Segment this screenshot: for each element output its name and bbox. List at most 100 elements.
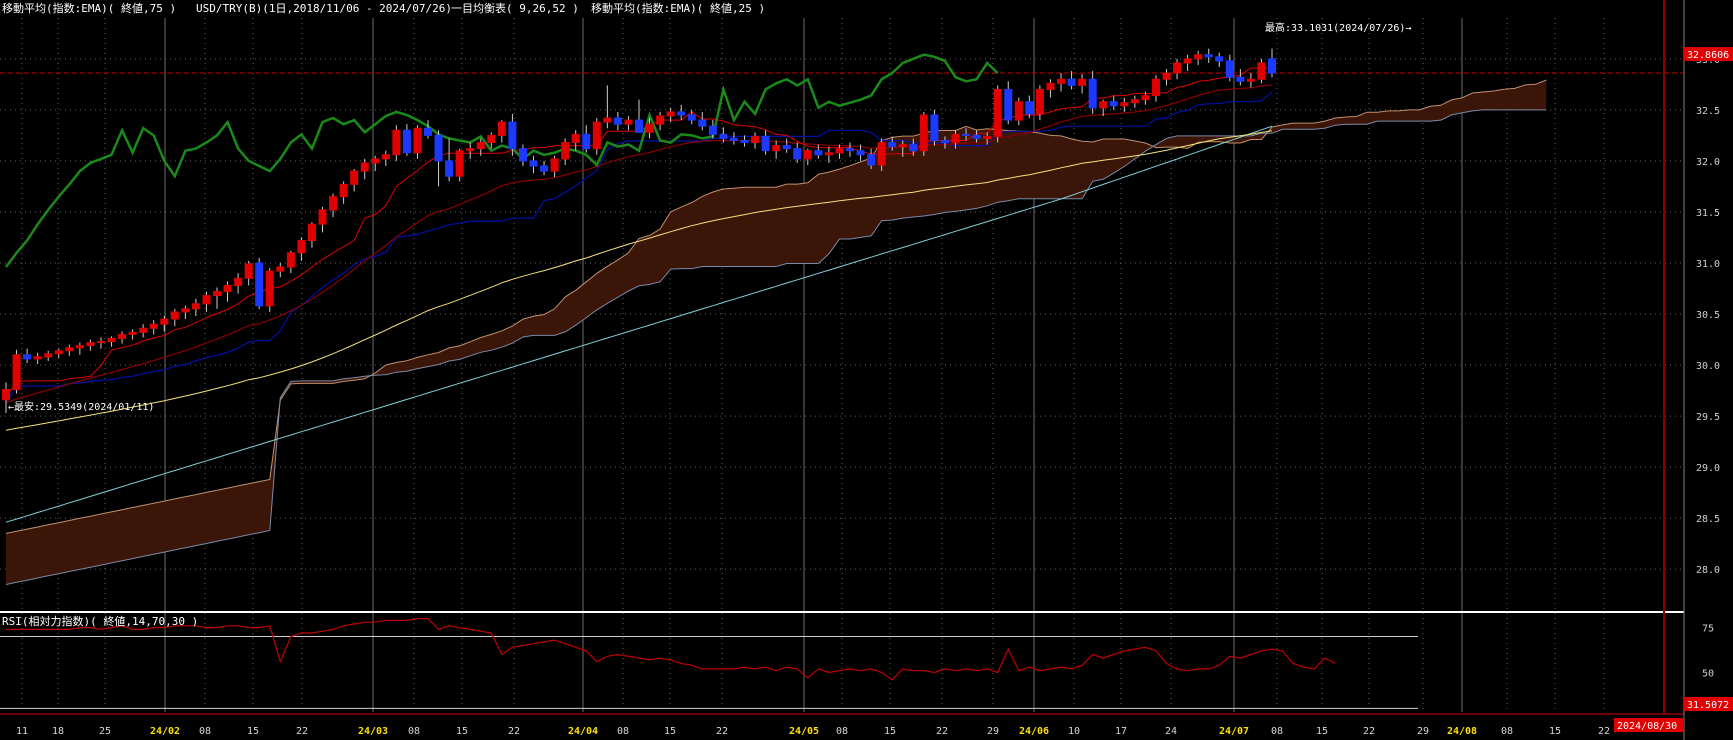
candle-body[interactable]: [1183, 58, 1192, 64]
candle-body[interactable]: [107, 337, 116, 343]
candle-body[interactable]: [656, 115, 665, 125]
candle-body[interactable]: [1194, 54, 1203, 60]
candle-body[interactable]: [1141, 95, 1150, 101]
candle-body[interactable]: [1067, 78, 1076, 86]
candle-body[interactable]: [1173, 62, 1182, 74]
candle-body[interactable]: [624, 119, 633, 125]
candle-body[interactable]: [1246, 78, 1255, 82]
candle-body[interactable]: [592, 121, 601, 150]
candle-body[interactable]: [1004, 88, 1013, 121]
candle-body[interactable]: [54, 350, 63, 355]
candle-body[interactable]: [445, 160, 454, 177]
candle-body[interactable]: [118, 333, 127, 339]
candle-body[interactable]: [1099, 101, 1108, 109]
candle-body[interactable]: [909, 144, 918, 152]
candle-body[interactable]: [23, 354, 32, 360]
candle-body[interactable]: [846, 148, 854, 152]
candle-body[interactable]: [1204, 54, 1213, 58]
candle-body[interactable]: [466, 148, 475, 152]
candle-body[interactable]: [772, 145, 781, 152]
candle-body[interactable]: [497, 121, 506, 136]
price-chart[interactable]: 7550 33.032.532.031.531.030.530.029.529.…: [0, 0, 1733, 740]
candle-body[interactable]: [687, 114, 696, 121]
candle-body[interactable]: [877, 142, 886, 166]
candle-body[interactable]: [255, 262, 264, 307]
candle-body[interactable]: [1088, 78, 1097, 109]
candle-body[interactable]: [729, 137, 738, 141]
candle-body[interactable]: [803, 150, 812, 160]
candle-body[interactable]: [339, 183, 348, 198]
candle-body[interactable]: [793, 148, 802, 160]
candle-body[interactable]: [65, 347, 74, 352]
candle-body[interactable]: [96, 341, 105, 344]
candle-body[interactable]: [508, 121, 517, 150]
candle-body[interactable]: [223, 284, 232, 293]
candle-body[interactable]: [983, 135, 992, 139]
candle-body[interactable]: [1236, 76, 1245, 82]
candle-body[interactable]: [761, 135, 770, 152]
candle-body[interactable]: [128, 331, 137, 335]
candle-body[interactable]: [160, 318, 169, 325]
candle-body[interactable]: [824, 152, 833, 156]
candle-body[interactable]: [1109, 101, 1118, 107]
candle-body[interactable]: [213, 291, 221, 297]
candle-body[interactable]: [286, 252, 295, 268]
candle-body[interactable]: [561, 142, 570, 160]
candle-body[interactable]: [402, 129, 411, 154]
candle-body[interactable]: [329, 196, 338, 211]
candle-body[interactable]: [1046, 82, 1055, 90]
candle-body[interactable]: [782, 145, 791, 150]
candle-body[interactable]: [698, 119, 707, 127]
candle-body[interactable]: [898, 144, 907, 148]
candle-body[interactable]: [951, 133, 960, 144]
candle-body[interactable]: [75, 345, 84, 349]
candle-body[interactable]: [1225, 60, 1234, 78]
candle-body[interactable]: [930, 114, 939, 141]
candle-body[interactable]: [1057, 78, 1065, 84]
candle-body[interactable]: [1078, 78, 1087, 86]
candle-body[interactable]: [1025, 101, 1034, 115]
candle-body[interactable]: [708, 125, 717, 135]
candle-body[interactable]: [1014, 101, 1023, 121]
candle-body[interactable]: [518, 148, 527, 162]
candle-body[interactable]: [1162, 72, 1171, 80]
candle-body[interactable]: [1215, 56, 1224, 62]
candle-body[interactable]: [12, 354, 21, 391]
candle-body[interactable]: [381, 154, 390, 160]
candle-body[interactable]: [487, 134, 496, 144]
candle-body[interactable]: [181, 308, 190, 313]
candle-body[interactable]: [867, 154, 876, 166]
candle-body[interactable]: [455, 150, 464, 177]
candle-body[interactable]: [476, 142, 485, 150]
candle-body[interactable]: [677, 111, 686, 116]
candle-body[interactable]: [835, 148, 844, 154]
candle-body[interactable]: [635, 119, 643, 133]
candle-body[interactable]: [170, 311, 179, 320]
candle-body[interactable]: [350, 170, 359, 185]
candle-body[interactable]: [86, 342, 95, 347]
candle-body[interactable]: [297, 240, 306, 254]
candle-body[interactable]: [149, 323, 158, 329]
candle-body[interactable]: [814, 150, 823, 156]
candle-body[interactable]: [244, 263, 253, 279]
candle-body[interactable]: [307, 223, 316, 242]
candle-body[interactable]: [550, 158, 559, 172]
candle-body[interactable]: [424, 127, 432, 136]
candle-body[interactable]: [1257, 62, 1266, 80]
candle-body[interactable]: [276, 266, 285, 272]
candle-body[interactable]: [202, 295, 211, 305]
candle-body[interactable]: [392, 129, 401, 156]
candle-body[interactable]: [888, 142, 897, 148]
candle-body[interactable]: [2, 389, 10, 401]
candle-body[interactable]: [434, 134, 443, 162]
candle-body[interactable]: [1035, 88, 1044, 115]
candle-body[interactable]: [1268, 58, 1276, 74]
candle-body[interactable]: [1120, 102, 1129, 107]
candle-body[interactable]: [613, 117, 622, 125]
candle-body[interactable]: [582, 133, 591, 150]
candle-body[interactable]: [191, 303, 200, 310]
candle-body[interactable]: [972, 134, 981, 139]
candle-body[interactable]: [44, 353, 53, 358]
candle-body[interactable]: [1130, 99, 1139, 104]
candle-body[interactable]: [318, 209, 327, 225]
